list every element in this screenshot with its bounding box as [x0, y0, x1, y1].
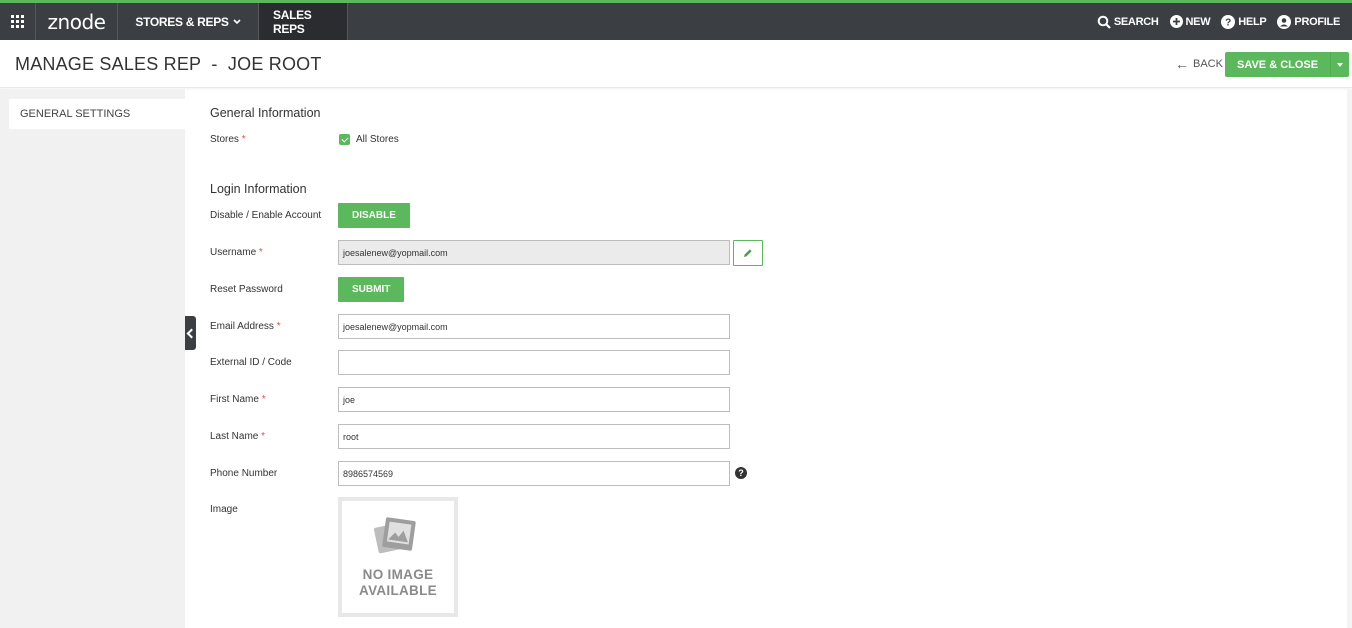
email-label-text: Email Address: [210, 321, 274, 332]
no-image-line2: AVAILABLE: [359, 583, 437, 598]
save-button-group: SAVE & CLOSE: [1225, 52, 1350, 77]
profile-label: PROFILE: [1294, 15, 1340, 28]
top-navigation-bar: znode STORES & REPS SALES REPS SEARCH NE…: [0, 0, 1352, 40]
stores-label: Stores *: [210, 134, 246, 145]
help-label: HELP: [1238, 15, 1267, 28]
svg-text:?: ?: [1225, 17, 1231, 28]
search-label: SEARCH: [1113, 15, 1159, 28]
required-marker: *: [276, 321, 281, 332]
znode-logo[interactable]: znode: [36, 3, 118, 40]
required-marker: *: [261, 394, 266, 405]
collapse-sidebar-toggle[interactable]: [185, 316, 196, 350]
first-name-label: First Name *: [210, 394, 266, 405]
page-header: MANAGE SALES REP - JOE ROOT ← BACK SAVE …: [0, 40, 1352, 88]
all-stores-label: All Stores: [356, 134, 399, 145]
required-marker: *: [261, 431, 266, 442]
profile-button[interactable]: PROFILE: [1277, 14, 1340, 29]
first-name-label-text: First Name: [210, 394, 259, 405]
last-name-label: Last Name *: [210, 431, 265, 442]
plus-circle-icon: [1169, 15, 1183, 28]
pencil-icon: [744, 249, 752, 257]
reset-password-label: Reset Password: [210, 284, 283, 295]
reset-password-submit-button[interactable]: SUBMIT: [338, 277, 405, 302]
general-information-heading: General Information: [210, 106, 321, 120]
apps-grid-icon[interactable]: [0, 3, 36, 40]
required-marker: *: [258, 247, 263, 258]
tab-sales-reps[interactable]: SALES REPS: [259, 3, 348, 40]
page-title: MANAGE SALES REP - JOE ROOT: [15, 54, 322, 74]
username-label: Username *: [210, 247, 263, 258]
account-status-label: Disable / Enable Account: [210, 210, 322, 221]
question-circle-icon: ?: [1221, 14, 1236, 29]
image-placeholder-icon: [373, 517, 416, 554]
settings-sidebar: GENERAL SETTINGS: [0, 89, 185, 628]
help-button[interactable]: ? HELP: [1221, 14, 1267, 29]
stores-reps-menu[interactable]: STORES & REPS: [118, 3, 259, 40]
edit-username-button[interactable]: [733, 240, 763, 266]
no-image-text: NO IMAGE AVAILABLE: [359, 567, 437, 599]
image-label: Image: [210, 504, 238, 515]
no-image-line1: NO IMAGE: [362, 567, 434, 582]
phone-number-field[interactable]: 8986574569: [338, 461, 730, 486]
arrow-left-icon: ←: [1175, 56, 1189, 72]
sidebar-item-general-settings[interactable]: GENERAL SETTINGS: [9, 99, 185, 129]
back-label: BACK: [1193, 58, 1223, 70]
chevron-down-icon: [233, 18, 241, 24]
back-button[interactable]: ← BACK: [1175, 56, 1223, 72]
user-circle-icon: [1277, 14, 1292, 29]
last-name-label-text: Last Name: [210, 431, 259, 442]
page-scrollbar[interactable]: [1347, 89, 1352, 628]
login-information-heading: Login Information: [210, 182, 307, 196]
question-circle-icon[interactable]: ?: [735, 467, 747, 479]
stores-label-text: Stores: [210, 134, 239, 145]
save-options-dropdown[interactable]: [1330, 52, 1350, 77]
external-id-field[interactable]: [338, 350, 730, 375]
all-stores-checkbox[interactable]: [339, 134, 350, 145]
search-button[interactable]: SEARCH: [1097, 15, 1159, 29]
external-id-label: External ID / Code: [210, 357, 292, 368]
email-field[interactable]: joesalenew@yopmail.com: [338, 314, 730, 339]
required-marker: *: [241, 134, 246, 145]
image-upload-placeholder[interactable]: NO IMAGE AVAILABLE: [338, 497, 458, 617]
phone-number-label: Phone Number: [210, 468, 278, 479]
first-name-field[interactable]: joe: [338, 387, 730, 412]
username-field: joesalenew@yopmail.com: [338, 240, 730, 265]
stores-reps-label: STORES & REPS: [135, 14, 229, 29]
new-button[interactable]: NEW: [1169, 15, 1211, 28]
search-icon: [1097, 15, 1111, 29]
save-close-button[interactable]: SAVE & CLOSE: [1225, 52, 1331, 77]
last-name-field[interactable]: root: [338, 424, 730, 449]
email-label: Email Address *: [210, 321, 281, 332]
new-label: NEW: [1185, 15, 1211, 28]
username-label-text: Username: [210, 247, 257, 258]
disable-account-button[interactable]: DISABLE: [338, 203, 410, 228]
